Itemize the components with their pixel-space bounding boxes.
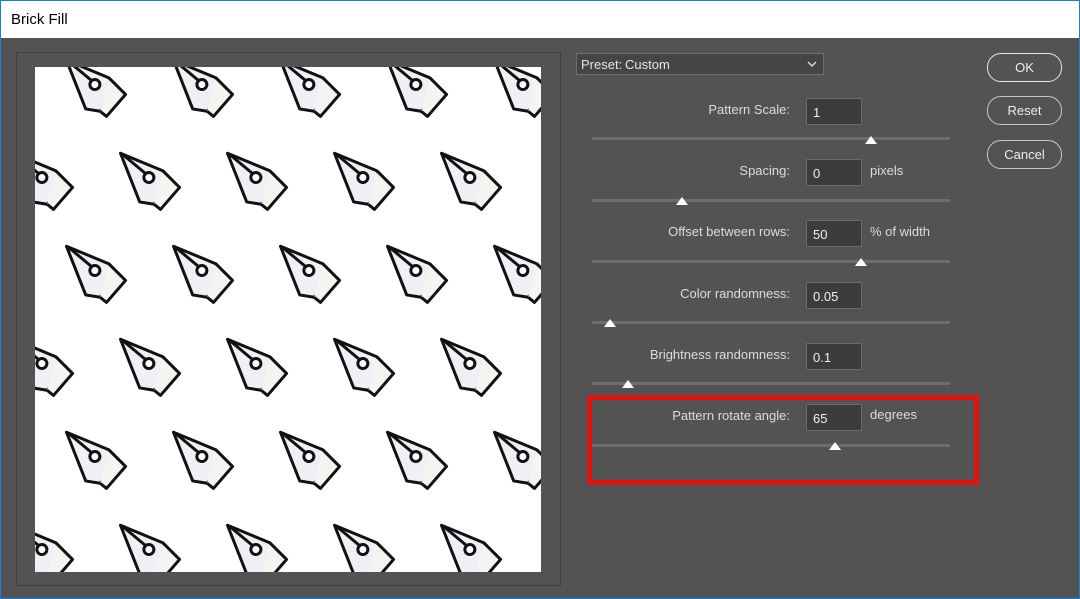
color-randomness-label: Color randomness:	[680, 286, 790, 301]
pen-nib-icon	[49, 67, 131, 124]
pen-nib-icon	[263, 428, 345, 496]
pen-nib-icon	[317, 521, 399, 572]
ok-button[interactable]: OK	[987, 53, 1062, 82]
pen-nib-icon	[210, 149, 292, 217]
pen-nib-icon	[531, 521, 541, 572]
pen-nib-icon	[156, 242, 238, 310]
pen-nib-icon	[156, 67, 238, 124]
pen-nib-icon	[103, 335, 185, 403]
brick-fill-dialog: Brick Fill Preset: Custom Pattern Scale:…	[0, 0, 1080, 599]
pen-nib-icon	[35, 335, 78, 403]
preset-prefix: Preset:	[581, 57, 623, 72]
color-randomness-input[interactable]: 0.05	[806, 282, 862, 309]
pen-nib-icon	[210, 521, 292, 572]
pen-nib-icon	[424, 149, 506, 217]
pattern-scale-label: Pattern Scale:	[708, 102, 790, 117]
brightness-randomness-input[interactable]: 0.1	[806, 343, 862, 370]
chevron-down-icon	[807, 61, 817, 67]
reset-button[interactable]: Reset	[987, 96, 1062, 125]
pattern-scale-input[interactable]: 1	[806, 98, 862, 125]
pen-nib-icon	[35, 521, 78, 572]
spacing-slider[interactable]	[592, 199, 950, 202]
pen-nib-icon	[317, 149, 399, 217]
pen-nib-icon	[263, 242, 345, 310]
spacing-input[interactable]: 0	[806, 159, 862, 186]
spacing-label: Spacing:	[739, 163, 790, 178]
offset-rows-unit: % of width	[870, 224, 930, 239]
pattern-scale-slider-thumb[interactable]	[865, 136, 878, 144]
pen-nib-icon	[370, 67, 452, 124]
pen-nib-icon	[210, 335, 292, 403]
pen-nib-pattern	[35, 67, 541, 572]
brightness-randomness-slider-thumb[interactable]	[621, 380, 634, 388]
pen-nib-icon	[531, 149, 541, 217]
pen-nib-icon	[477, 428, 541, 496]
color-randomness-slider[interactable]	[592, 321, 950, 324]
pen-nib-icon	[103, 149, 185, 217]
brightness-randomness-slider[interactable]	[592, 382, 950, 385]
offset-rows-slider-thumb[interactable]	[854, 258, 867, 266]
pen-nib-icon	[35, 149, 78, 217]
pattern-scale-slider[interactable]	[592, 137, 950, 140]
window-title: Brick Fill	[11, 11, 68, 28]
spacing-unit: pixels	[870, 163, 904, 178]
spacing-slider-thumb[interactable]	[675, 197, 688, 205]
pen-nib-icon	[263, 67, 345, 124]
brightness-randomness-label: Brightness randomness:	[649, 347, 790, 362]
highlight-box	[587, 395, 979, 485]
title-bar: Brick Fill	[1, 1, 1079, 38]
pen-nib-icon	[317, 335, 399, 403]
offset-rows-label: Offset between rows:	[668, 224, 790, 239]
pen-nib-icon	[370, 428, 452, 496]
pen-nib-icon	[49, 428, 131, 496]
pen-nib-icon	[49, 242, 131, 310]
color-randomness-slider-thumb[interactable]	[603, 319, 616, 327]
pen-nib-icon	[156, 428, 238, 496]
pen-nib-icon	[424, 521, 506, 572]
preset-dropdown[interactable]: Preset: Custom	[576, 53, 824, 75]
pattern-preview	[35, 67, 541, 572]
pen-nib-icon	[370, 242, 452, 310]
preset-value: Custom	[625, 57, 670, 72]
offset-rows-input[interactable]: 50	[806, 220, 862, 247]
cancel-button[interactable]: Cancel	[987, 140, 1062, 169]
pen-nib-icon	[103, 521, 185, 572]
offset-rows-slider[interactable]	[592, 260, 950, 263]
